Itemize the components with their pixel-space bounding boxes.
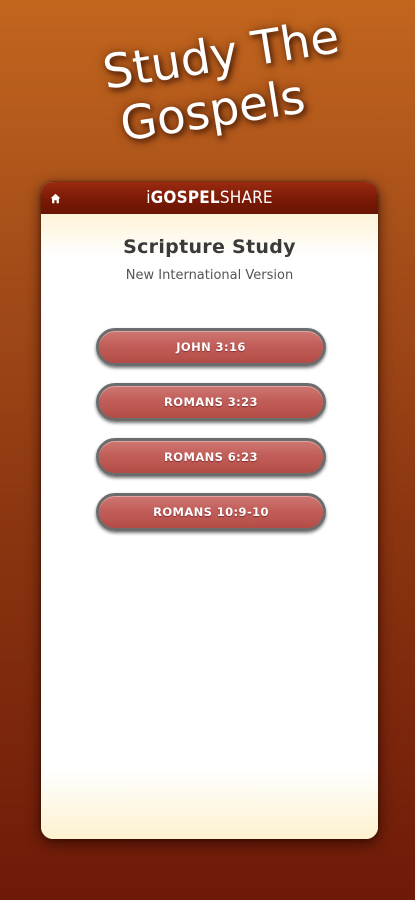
main-content: Scripture Study New International Versio… xyxy=(41,214,378,839)
john-3-16-button[interactable]: JOHN 3:16 xyxy=(96,328,326,366)
brand-logo-gospel: GOSPEL xyxy=(150,188,220,208)
page-title: Scripture Study xyxy=(123,236,296,258)
app-screen: iGOSPELSHARE Scripture Study New Interna… xyxy=(41,182,378,839)
romans-6-23-button[interactable]: ROMANS 6:23 xyxy=(96,438,326,476)
romans-10-9-10-button[interactable]: ROMANS 10:9-10 xyxy=(96,493,326,531)
brand-logo-share: SHARE xyxy=(219,188,273,208)
app-header: iGOSPELSHARE xyxy=(41,182,378,214)
home-button[interactable] xyxy=(48,191,62,205)
home-icon xyxy=(50,193,60,203)
promo-headline: Study The Gospels xyxy=(61,8,369,192)
verse-button-list: JOHN 3:16 ROMANS 3:23 ROMANS 6:23 ROMANS… xyxy=(96,328,326,548)
brand-logo: iGOSPELSHARE xyxy=(146,182,273,214)
romans-3-23-button[interactable]: ROMANS 3:23 xyxy=(96,383,326,421)
page-subtitle: New International Version xyxy=(125,268,294,283)
